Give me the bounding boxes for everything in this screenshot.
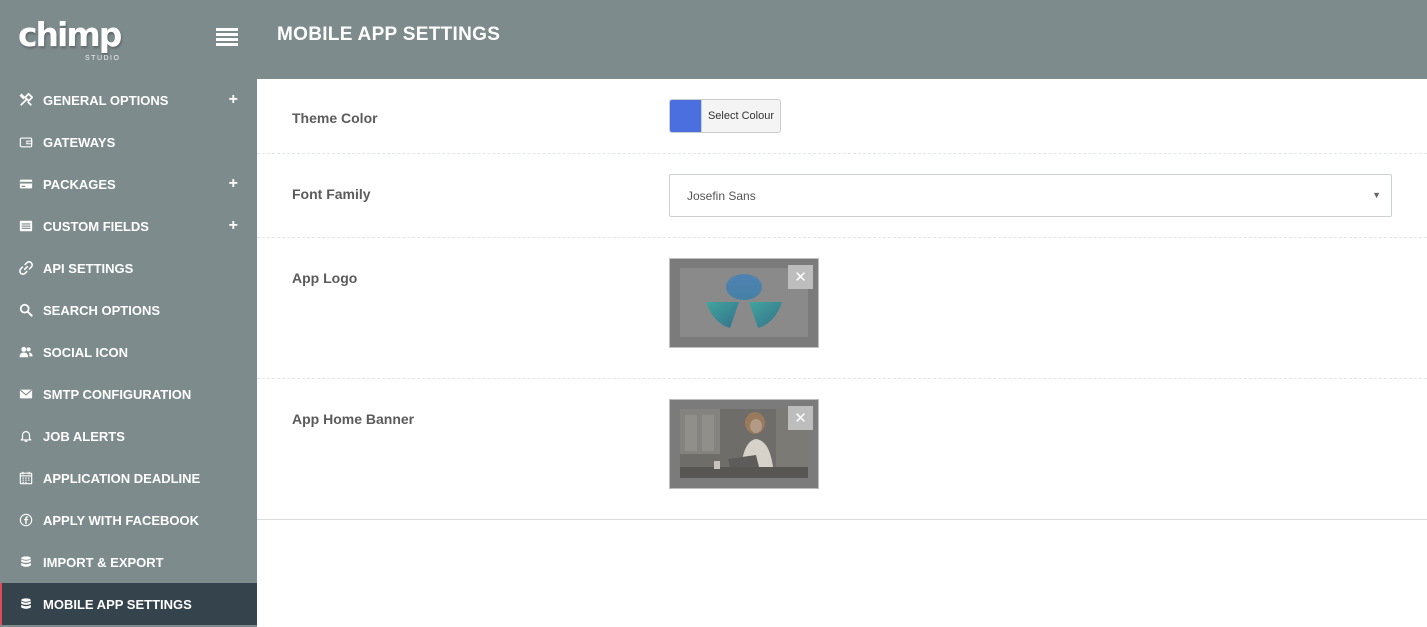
sidebar-item-label: JOB ALERTS: [43, 428, 125, 444]
font-family-select[interactable]: Josefin Sans ▼: [669, 174, 1392, 217]
envelope-icon: [18, 386, 34, 402]
sidebar-item-label: APPLY WITH FACEBOOK: [43, 512, 200, 528]
sidebar-item-label: SOCIAL ICON: [43, 344, 128, 360]
bell-icon: [18, 428, 34, 444]
sidebar-item-job-alerts[interactable]: JOB ALERTS: [0, 415, 257, 457]
wallet-icon: [18, 134, 34, 150]
font-family-value: Josefin Sans: [687, 188, 756, 203]
app-logo-label: App Logo: [292, 270, 358, 286]
font-family-row: Font Family Josefin Sans ▼: [257, 154, 1427, 238]
sidebar-item-label: GATEWAYS: [43, 134, 116, 150]
expand-plus-icon[interactable]: +: [229, 92, 238, 108]
app-home-banner-label: App Home Banner: [292, 411, 415, 427]
sidebar-item-mobile-app-settings[interactable]: MOBILE APP SETTINGS: [0, 583, 257, 625]
sidebar-item-label: CUSTOM FIELDS: [43, 218, 149, 234]
remove-logo-button[interactable]: ✕: [788, 265, 813, 289]
sidebar-item-label: SEARCH OPTIONS: [43, 302, 161, 318]
sidebar-item-label: APPLICATION DEADLINE: [43, 470, 201, 486]
sidebar-item-import-export[interactable]: IMPORT & EXPORT: [0, 541, 257, 583]
expand-plus-icon[interactable]: +: [229, 176, 238, 192]
sidebar-item-label: MOBILE APP SETTINGS: [43, 596, 192, 612]
list-box-icon: [18, 218, 34, 234]
caret-down-icon[interactable]: ▼: [1372, 190, 1381, 200]
tools-icon: [18, 92, 34, 108]
search-icon: [18, 302, 34, 318]
chimp-studio-logo[interactable]: chimp STUDIO: [18, 15, 128, 65]
select-colour-button[interactable]: Select Colour: [701, 100, 780, 132]
calendar-icon: [18, 470, 34, 486]
app-root: chimp STUDIO GENERAL OPTIONS + GATEWAYS: [0, 0, 1427, 627]
sidebar-item-custom-fields[interactable]: CUSTOM FIELDS +: [0, 205, 257, 247]
menu-toggle-icon[interactable]: [216, 28, 238, 46]
app-logo-thumbnail[interactable]: ✕: [669, 258, 819, 348]
expand-plus-icon[interactable]: +: [229, 218, 238, 234]
facebook-circle-icon: [18, 512, 34, 528]
link-icon: [18, 260, 34, 276]
font-family-label: Font Family: [292, 186, 371, 202]
database-icon: [18, 596, 34, 612]
sidebar-item-general-options[interactable]: GENERAL OPTIONS +: [0, 79, 257, 121]
app-banner-thumbnail[interactable]: ✕: [669, 399, 819, 489]
sidebar-item-smtp-configuration[interactable]: SMTP CONFIGURATION: [0, 373, 257, 415]
sidebar-item-label: GENERAL OPTIONS: [43, 92, 169, 108]
settings-panel: Theme Color Select Colour Font Family Jo…: [257, 79, 1427, 520]
sidebar-item-packages[interactable]: PACKAGES +: [0, 163, 257, 205]
top-header: MOBILE APP SETTINGS: [257, 0, 1427, 79]
sidebar-nav: GENERAL OPTIONS + GATEWAYS PACKAGES + CU…: [0, 79, 257, 625]
sidebar-item-label: SMTP CONFIGURATION: [43, 386, 192, 402]
brand: chimp STUDIO: [0, 0, 257, 79]
credit-card-icon: [18, 176, 34, 192]
logo-text: chimp: [18, 14, 122, 54]
sidebar-item-search-options[interactable]: SEARCH OPTIONS: [0, 289, 257, 331]
color-swatch[interactable]: [670, 100, 701, 132]
sidebar-item-apply-with-facebook[interactable]: APPLY WITH FACEBOOK: [0, 499, 257, 541]
page-title: MOBILE APP SETTINGS: [277, 24, 501, 45]
sidebar-item-api-settings[interactable]: API SETTINGS: [0, 247, 257, 289]
app-logo-row: App Logo ✕: [257, 238, 1427, 379]
sidebar-item-gateways[interactable]: GATEWAYS: [0, 121, 257, 163]
sidebar-item-application-deadline[interactable]: APPLICATION DEADLINE: [0, 457, 257, 499]
database-icon: [18, 554, 34, 570]
theme-color-label: Theme Color: [292, 110, 378, 126]
sidebar-item-label: API SETTINGS: [43, 260, 134, 276]
theme-color-row: Theme Color Select Colour: [257, 79, 1427, 154]
sidebar-item-social-icon[interactable]: SOCIAL ICON: [0, 331, 257, 373]
app-home-banner-row: App Home Banner ✕: [257, 379, 1427, 520]
sidebar-item-label: IMPORT & EXPORT: [43, 554, 164, 570]
users-icon: [18, 344, 34, 360]
theme-color-picker[interactable]: Select Colour: [669, 99, 781, 133]
sidebar-item-label: PACKAGES: [43, 176, 116, 192]
sidebar: chimp STUDIO GENERAL OPTIONS + GATEWAYS: [0, 0, 257, 627]
logo-subtext: STUDIO: [85, 54, 121, 62]
remove-banner-button[interactable]: ✕: [788, 406, 813, 430]
